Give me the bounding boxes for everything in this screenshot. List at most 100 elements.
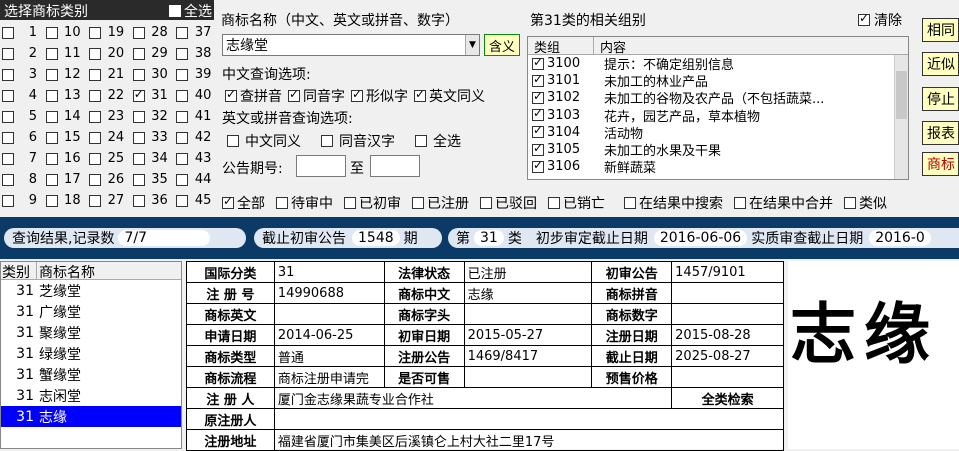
clear-groups[interactable]: 清除 (858, 10, 902, 30)
class-checkbox-box[interactable] (2, 194, 14, 207)
result-row[interactable]: 31 志闲堂 (1, 385, 181, 406)
class-checkbox-17[interactable]: 17 (44, 172, 88, 187)
class-checkbox-30[interactable]: 30 (131, 67, 175, 82)
class-checkbox-box[interactable] (45, 47, 58, 60)
status-filter-checkbox[interactable] (344, 197, 356, 209)
en-option-checkbox[interactable] (415, 135, 427, 147)
class-checkbox-5[interactable]: 5 (0, 109, 44, 124)
class-checkbox-23[interactable]: 23 (87, 109, 131, 124)
class-checkbox-box[interactable] (132, 47, 145, 60)
class-checkbox-box[interactable] (89, 47, 102, 60)
status-filter-checkbox[interactable] (222, 194, 234, 209)
class-checkbox-7[interactable]: 7 (0, 151, 44, 166)
class-checkbox-34[interactable]: 34 (131, 151, 175, 166)
class-checkbox-9[interactable]: 9 (0, 193, 44, 208)
class-checkbox-box[interactable] (89, 194, 102, 207)
group-checkbox[interactable] (532, 72, 544, 87)
group-row[interactable]: 3100 提示：不确定组别信息 (528, 55, 908, 73)
class-checkbox-24[interactable]: 24 (87, 130, 131, 145)
class-checkbox-box[interactable] (45, 89, 58, 102)
class-checkbox-box[interactable] (2, 68, 14, 81)
class-checkbox-21[interactable]: 21 (87, 67, 131, 82)
group-checkbox[interactable] (532, 106, 544, 122)
class-checkbox-20[interactable]: 20 (87, 46, 131, 61)
group-row[interactable]: 3103 花卉，园艺产品，草本植物 (528, 106, 908, 125)
result-row[interactable]: 31 聚缘堂 (1, 322, 181, 343)
class-checkbox-13[interactable]: 13 (44, 88, 88, 103)
class-checkbox-27[interactable]: 27 (87, 193, 131, 208)
chevron-down-icon[interactable]: ▼ (465, 35, 479, 55)
class-checkbox-box[interactable] (132, 68, 145, 81)
status-filter-3[interactable]: 已注册 (412, 193, 469, 213)
class-checkbox-box[interactable] (45, 152, 58, 165)
class-checkbox-38[interactable]: 38 (174, 46, 214, 61)
class-checkbox-box[interactable] (45, 194, 58, 207)
cn-option-0[interactable]: 查拼音 (225, 86, 282, 106)
class-checkbox-19[interactable]: 19 (87, 25, 131, 40)
class-checkbox-16[interactable]: 16 (44, 151, 88, 166)
status-filter-checkbox[interactable] (480, 197, 492, 209)
group-row[interactable]: 3101 未加工的林业产品 (528, 72, 908, 90)
status-filter-7[interactable]: 在结果中合并 (734, 193, 833, 213)
status-filter-4[interactable]: 已驳回 (480, 193, 537, 213)
class-checkbox-8[interactable]: 8 (0, 172, 44, 187)
class-checkbox-box[interactable] (132, 110, 145, 123)
class-checkbox-32[interactable]: 32 (131, 109, 175, 124)
tm-flow-value[interactable]: 商标注册申请完 (273, 366, 385, 388)
cn-option-checkbox[interactable] (414, 87, 426, 102)
en-option-2[interactable]: 全选 (415, 131, 461, 151)
class-checkbox-box[interactable] (132, 131, 145, 144)
select-all-classes[interactable]: 全选 (169, 1, 212, 21)
select-all-checkbox[interactable] (169, 5, 181, 17)
class-checkbox-box[interactable] (89, 26, 102, 39)
status-filter-0[interactable]: 全部 (222, 193, 265, 213)
status-filter-6[interactable]: 在结果中搜索 (624, 193, 723, 213)
class-checkbox-45[interactable]: 45 (174, 193, 214, 208)
search-all-classes-button[interactable]: 全类检索 (671, 387, 784, 409)
contains-button[interactable]: 含义 (484, 34, 520, 56)
class-checkbox-box[interactable] (2, 89, 14, 102)
class-checkbox-43[interactable]: 43 (174, 151, 214, 166)
class-checkbox-42[interactable]: 42 (174, 130, 214, 145)
status-filter-checkbox[interactable] (276, 197, 288, 209)
class-checkbox-6[interactable]: 6 (0, 130, 44, 145)
class-checkbox-box[interactable] (176, 47, 189, 60)
en-option-checkbox[interactable] (321, 135, 333, 147)
class-checkbox-37[interactable]: 37 (174, 25, 214, 40)
class-checkbox-box[interactable] (176, 173, 189, 186)
class-checkbox-1[interactable]: 1 (0, 25, 44, 40)
en-option-checkbox[interactable] (227, 135, 239, 147)
group-row[interactable]: 3106 新鲜蔬菜 (528, 158, 908, 176)
class-checkbox-18[interactable]: 18 (44, 193, 88, 208)
status-filter-checkbox[interactable] (844, 197, 856, 209)
class-checkbox-39[interactable]: 39 (174, 67, 214, 82)
side-button-0[interactable]: 相同 (922, 18, 959, 42)
side-button-2[interactable]: 停止 (922, 87, 959, 111)
class-checkbox-box[interactable] (2, 152, 14, 165)
class-checkbox-12[interactable]: 12 (44, 67, 88, 82)
en-option-1[interactable]: 同音汉字 (321, 131, 395, 151)
class-checkbox-box[interactable] (132, 173, 145, 186)
cn-option-2[interactable]: 形似字 (351, 86, 408, 106)
class-checkbox-box[interactable] (132, 194, 145, 207)
result-row[interactable]: 31 蟹缘堂 (1, 364, 181, 385)
class-checkbox-box[interactable] (89, 173, 102, 186)
status-filter-checkbox[interactable] (734, 197, 746, 209)
status-filter-2[interactable]: 已初审 (344, 193, 401, 213)
class-checkbox-33[interactable]: 33 (131, 130, 175, 145)
class-checkbox-box[interactable] (89, 152, 102, 165)
class-checkbox-box[interactable] (2, 131, 14, 144)
group-row[interactable]: 3102 未加工的谷物及农产品（不包括蔬菜... (528, 89, 908, 107)
class-checkbox-29[interactable]: 29 (131, 46, 175, 61)
class-checkbox-box[interactable] (176, 68, 189, 81)
result-row[interactable]: 31 绿缘堂 (1, 343, 181, 364)
class-checkbox-box[interactable] (176, 110, 189, 123)
class-checkbox-box[interactable] (176, 152, 189, 165)
class-checkbox-36[interactable]: 36 (131, 193, 175, 208)
groups-scrollbar[interactable] (894, 55, 908, 179)
class-checkbox-31[interactable]: 31 (131, 87, 175, 103)
side-button-3[interactable]: 报表 (922, 121, 959, 145)
class-checkbox-box[interactable] (45, 131, 58, 144)
en-option-0[interactable]: 中文同义 (227, 131, 301, 151)
class-checkbox-box[interactable] (2, 47, 14, 60)
